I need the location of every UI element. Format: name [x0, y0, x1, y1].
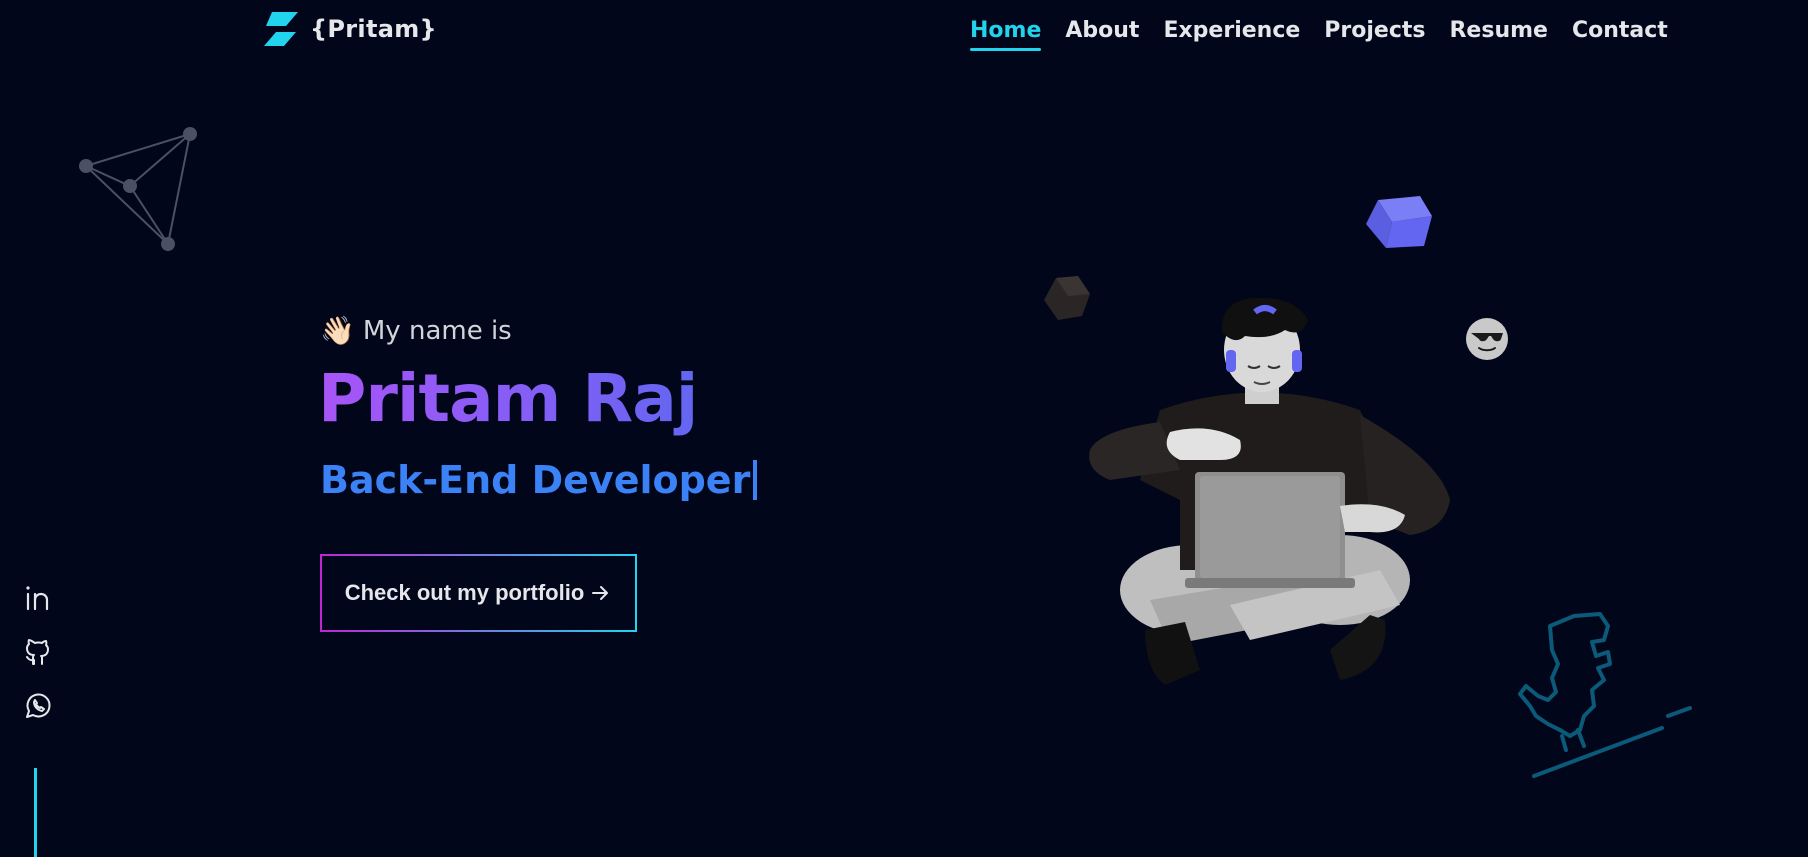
waving-hand-icon: 👋🏻 — [320, 314, 355, 347]
dinosaur-doodle-decoration — [1518, 612, 1692, 778]
greeting-text: My name is — [362, 316, 512, 346]
nav-projects[interactable]: Projects — [1324, 18, 1425, 51]
logo[interactable]: {Pritam} — [262, 10, 437, 48]
role-text: Back-End Developer — [320, 458, 751, 502]
nav-contact[interactable]: Contact — [1572, 18, 1668, 51]
lightning-logo-icon — [264, 12, 298, 46]
portfolio-page: {Pritam} Home About Experience Projects … — [0, 0, 1808, 857]
github-icon[interactable] — [22, 636, 54, 668]
cta-label: Check out my portfolio — [344, 580, 585, 605]
nav-about[interactable]: About — [1065, 18, 1139, 51]
nav-experience[interactable]: Experience — [1163, 18, 1300, 51]
nav-home[interactable]: Home — [970, 18, 1042, 51]
network-graph-decoration — [79, 127, 197, 251]
nav-resume[interactable]: Resume — [1449, 18, 1547, 51]
hero-name: Pritam Raj — [318, 360, 698, 437]
main-nav: Home About Experience Projects Resume Co… — [970, 18, 1668, 51]
greeting: 👋🏻 My name is — [320, 316, 512, 346]
logo-text: {Pritam} — [310, 15, 437, 43]
whatsapp-icon[interactable] — [22, 690, 54, 722]
portfolio-cta-button[interactable]: Check out my portfolio — [320, 554, 637, 632]
role-typewriter: Back-End Developer — [320, 458, 758, 502]
linkedin-icon[interactable] — [22, 582, 54, 614]
typing-cursor — [753, 460, 758, 500]
social-divider-line — [34, 768, 37, 857]
arrow-right-icon — [592, 586, 609, 600]
developer-illustration — [1089, 297, 1450, 685]
